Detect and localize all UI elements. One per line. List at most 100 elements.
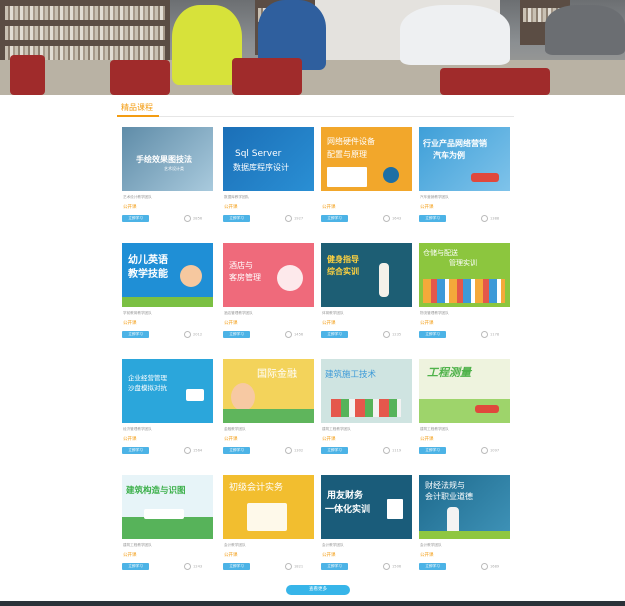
eye-icon	[285, 215, 292, 222]
building-illustration	[144, 509, 184, 519]
course-thumbnail[interactable]: 企业经营管理 沙盘模拟对抗	[122, 359, 213, 423]
course-card[interactable]: 幼儿英语 教学技能 学前教育教学团队 公开课 立即学习 2012	[122, 243, 215, 348]
course-thumb-title: 手绘效果图技法	[136, 155, 192, 164]
enroll-button[interactable]: 立即学习	[223, 447, 250, 454]
course-team: 会计教学团队	[420, 543, 442, 547]
course-team: 艺术设计教学团队	[123, 195, 152, 199]
course-card[interactable]: 建筑施工技术 建筑工程教学团队 公开课 立即学习 1119	[321, 359, 414, 464]
view-count: 1243	[184, 563, 202, 571]
course-card[interactable]: 手绘效果图技法 艺术设计类 艺术设计教学团队 公开课 立即学习 2856	[122, 127, 215, 232]
eye-icon	[481, 563, 488, 570]
eye-icon	[383, 563, 390, 570]
course-card[interactable]: 健身指导 综合实训 体育教学团队 公开课 立即学习 1235	[321, 243, 414, 348]
enroll-button[interactable]: 立即学习	[122, 447, 149, 454]
view-count-value: 1643	[392, 216, 402, 221]
course-card[interactable]: 财经法规与 会计职业道德 会计教学团队 公开课 立即学习 1689	[419, 475, 512, 580]
course-thumb-title: 企业经营管理	[128, 374, 167, 382]
course-thumbnail[interactable]: 建筑构造与识图	[122, 475, 213, 539]
course-thumbnail[interactable]: 幼儿英语 教学技能	[122, 243, 213, 307]
view-more-button[interactable]: 查看更多	[286, 585, 350, 595]
course-price: 公开课	[420, 205, 434, 210]
child-illustration	[180, 265, 202, 287]
hill-illustration	[223, 409, 314, 423]
course-thumb-title: 财经法规与	[425, 481, 465, 490]
course-card[interactable]: 企业经营管理 沙盘模拟对抗 经济管理教学团队 公开课 立即学习 1564	[122, 359, 215, 464]
enroll-button[interactable]: 立即学习	[419, 563, 446, 570]
course-thumbnail[interactable]: 网络硬件设备 配置与原理	[321, 127, 412, 191]
enroll-button[interactable]: 立即学习	[419, 447, 446, 454]
view-count: 1302	[285, 447, 303, 455]
view-count-value: 1097	[490, 448, 500, 453]
course-card[interactable]: 网络硬件设备 配置与原理 公开课 立即学习 1643	[321, 127, 414, 232]
eye-icon	[184, 331, 191, 338]
course-team: 金融教学团队	[224, 427, 246, 431]
ground-illustration	[419, 531, 510, 539]
course-thumb-subtitle: 配置与原理	[327, 150, 367, 159]
hotel-illustration	[277, 265, 303, 291]
course-team: 建筑工程教学团队	[123, 543, 152, 547]
course-card[interactable]: 建筑构造与识图 建筑工程教学团队 公开课 立即学习 1243	[122, 475, 215, 580]
enroll-button[interactable]: 立即学习	[223, 215, 250, 222]
course-thumb-title: 初级会计实务	[229, 483, 284, 493]
course-price: 公开课	[224, 553, 238, 558]
course-thumb-subtitle: 数据库程序设计	[233, 163, 289, 172]
course-thumbnail[interactable]: 行业产品网络营销 汽车为例	[419, 127, 510, 191]
course-card[interactable]: Sql Server 数据库程序设计 数据库教学团队 公开课 立即学习 1927	[223, 127, 316, 232]
course-thumbnail[interactable]: 建筑施工技术	[321, 359, 412, 423]
runner-illustration	[379, 263, 389, 297]
enroll-button[interactable]: 立即学习	[223, 563, 250, 570]
eye-icon	[481, 215, 488, 222]
course-price: 公开课	[123, 553, 137, 558]
eye-icon	[383, 331, 390, 338]
course-thumbnail[interactable]: 初级会计实务	[223, 475, 314, 539]
course-thumbnail[interactable]: Sql Server 数据库程序设计	[223, 127, 314, 191]
course-card[interactable]: 酒店与 客房管理 酒店管理教学团队 公开课 立即学习 1456	[223, 243, 316, 348]
enroll-button[interactable]: 立即学习	[223, 331, 250, 338]
enroll-button[interactable]: 立即学习	[419, 215, 446, 222]
enroll-button[interactable]: 立即学习	[122, 215, 149, 222]
course-card[interactable]: 用友财务 一体化实训 会计教学团队 公开课 立即学习 1506	[321, 475, 414, 580]
view-count-value: 1456	[294, 332, 304, 337]
course-thumb-title: 网络硬件设备	[327, 137, 375, 146]
course-thumb-title: 行业产品网络营销	[423, 139, 487, 148]
course-thumbnail[interactable]: 健身指导 综合实训	[321, 243, 412, 307]
course-thumb-title: 幼儿英语	[128, 255, 168, 266]
course-card[interactable]: 行业产品网络营销 汽车为例 汽车营销教学团队 公开课 立即学习 1388	[419, 127, 512, 232]
book-illustration	[387, 499, 403, 519]
course-card[interactable]: 国际金融 金融教学团队 公开课 立即学习 1302	[223, 359, 316, 464]
car-illustration	[471, 173, 499, 182]
course-team: 会计教学团队	[224, 543, 246, 547]
eye-icon	[481, 331, 488, 338]
eye-icon	[184, 215, 191, 222]
course-thumb-subtitle: 管理实训	[449, 259, 477, 267]
enroll-button[interactable]: 立即学习	[122, 331, 149, 338]
enroll-button[interactable]: 立即学习	[122, 563, 149, 570]
course-card[interactable]: 仓储与配送 管理实训 物流管理教学团队 公开课 立即学习 1178	[419, 243, 512, 348]
course-thumbnail[interactable]: 财经法规与 会计职业道德	[419, 475, 510, 539]
eye-icon	[285, 447, 292, 454]
course-thumbnail[interactable]: 酒店与 客房管理	[223, 243, 314, 307]
enroll-button[interactable]: 立即学习	[321, 563, 348, 570]
course-price: 公开课	[224, 437, 238, 442]
course-card[interactable]: 初级会计实务 会计教学团队 公开课 立即学习 1821	[223, 475, 316, 580]
course-thumb-subtitle: 一体化实训	[325, 505, 371, 515]
course-thumbnail[interactable]: 国际金融	[223, 359, 314, 423]
course-price: 公开课	[420, 321, 434, 326]
course-price: 公开课	[123, 321, 137, 326]
enroll-button[interactable]: 立即学习	[321, 331, 348, 338]
course-thumbnail[interactable]: 用友财务 一体化实训	[321, 475, 412, 539]
eye-icon	[184, 563, 191, 570]
course-thumbnail[interactable]: 仓储与配送 管理实训	[419, 243, 510, 307]
enroll-button[interactable]: 立即学习	[419, 331, 446, 338]
course-card[interactable]: 工程测量 建筑工程教学团队 公开课 立即学习 1097	[419, 359, 512, 464]
course-thumbnail[interactable]: 工程测量	[419, 359, 510, 423]
course-price: 公开课	[420, 437, 434, 442]
course-team: 经济管理教学团队	[123, 427, 152, 431]
course-team: 物流管理教学团队	[420, 311, 449, 315]
course-thumbnail[interactable]: 手绘效果图技法 艺术设计类	[122, 127, 213, 191]
city-illustration	[423, 279, 505, 303]
view-count-value: 1119	[392, 448, 402, 453]
enroll-button[interactable]: 立即学习	[321, 447, 348, 454]
course-thumb-title: 健身指导	[327, 255, 359, 264]
enroll-button[interactable]: 立即学习	[321, 215, 348, 222]
